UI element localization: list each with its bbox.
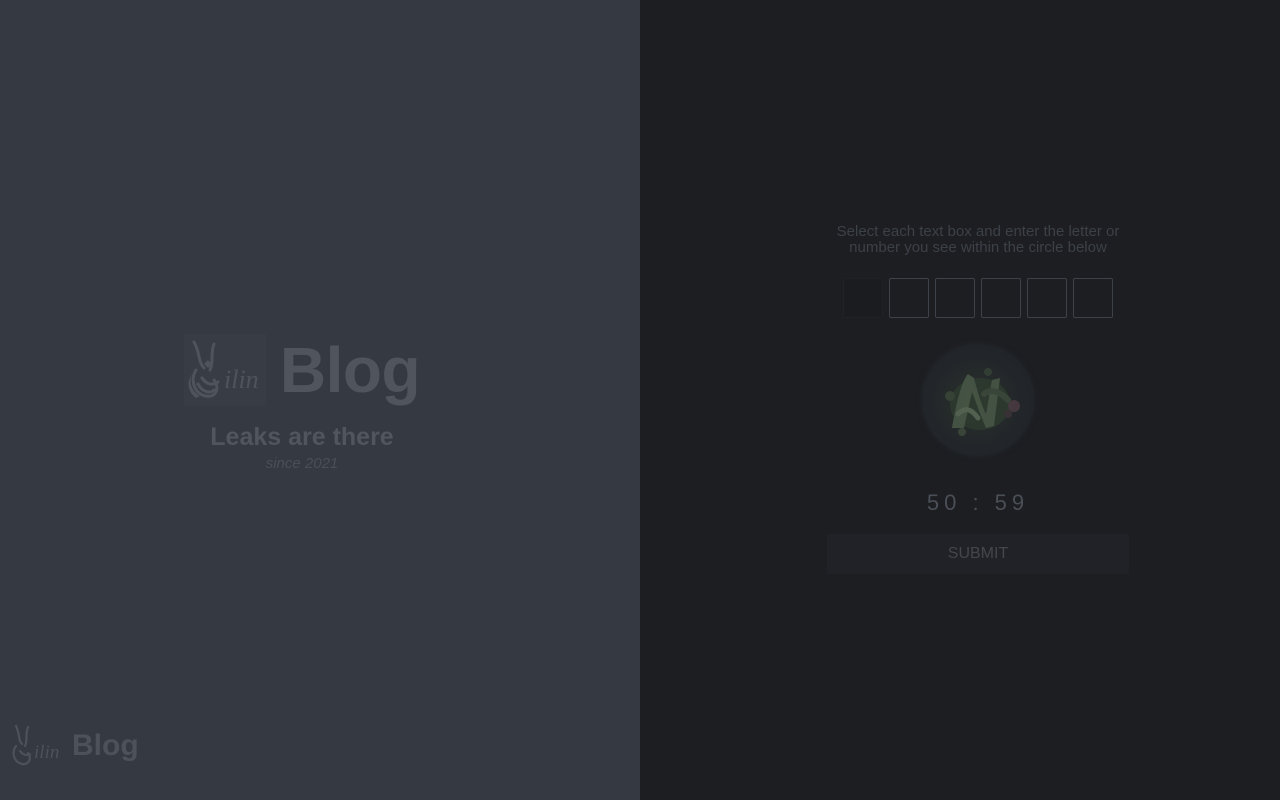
brand-panel: ilin Blog Leaks are there since 2021 ili…	[0, 0, 640, 800]
captcha-form: Select each text box and enter the lette…	[827, 223, 1129, 574]
captcha-instruction: Select each text box and enter the lette…	[836, 223, 1120, 256]
captcha-timer: 50 : 59	[926, 490, 1030, 515]
captcha-char-input-1[interactable]	[843, 278, 883, 318]
footer-brand[interactable]: ilin Blog	[8, 722, 139, 770]
captcha-letter-icon	[945, 368, 1020, 436]
qilin-logo-icon: ilin	[183, 334, 266, 406]
captcha-panel: Select each text box and enter the lette…	[640, 0, 1280, 800]
page: ilin Blog Leaks are there since 2021 ili…	[0, 0, 1280, 800]
captcha-char-input-5[interactable]	[1027, 278, 1067, 318]
brand-tagline: Leaks are there	[210, 423, 394, 451]
captcha-image	[922, 344, 1034, 456]
footer-title: Blog	[72, 729, 139, 762]
captcha-char-input-2[interactable]	[889, 278, 929, 318]
captcha-char-input-6[interactable]	[1073, 278, 1113, 318]
captcha-char-input-3[interactable]	[935, 278, 975, 318]
submit-button[interactable]: SUBMIT	[827, 534, 1129, 574]
footer-qilin-logo-icon: ilin	[12, 724, 59, 766]
svg-text:ilin: ilin	[224, 365, 259, 394]
captcha-char-input-4[interactable]	[981, 278, 1021, 318]
captcha-input-row	[843, 278, 1113, 318]
brand-since: since 2021	[265, 455, 339, 472]
brand-row: ilin Blog	[183, 332, 421, 408]
brand-title: Blog	[279, 334, 421, 406]
svg-text:ilin: ilin	[34, 742, 59, 763]
brand-block: ilin Blog Leaks are there since 2021	[0, 332, 604, 474]
